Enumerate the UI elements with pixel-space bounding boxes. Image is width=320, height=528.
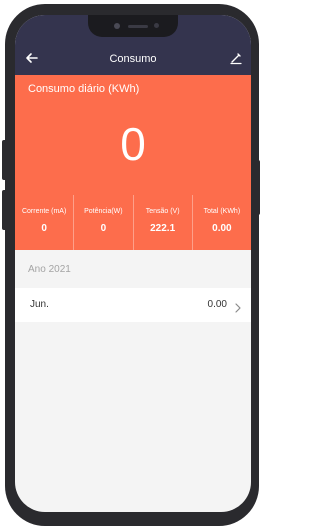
stat-voltage: Tensão (V) 222.1 [134, 195, 193, 250]
volume-down-button [2, 190, 7, 230]
stat-value: 0 [100, 223, 107, 234]
daily-consumption-value: 0 [120, 118, 146, 170]
power-button [256, 160, 260, 215]
stats-bar: Corrente (mA) 0 Potência(W) 0 Tensão (V)… [15, 195, 251, 250]
pencil-icon[interactable] [229, 51, 243, 65]
volume-up-button [2, 140, 7, 180]
stat-label: Tensão (V) [145, 208, 180, 215]
stat-value: 222.1 [150, 223, 176, 234]
consumption-panel: Consumo diário (KWh) 0 Corrente (mA) 0 P… [15, 75, 251, 250]
list-item[interactable]: Jun. 0.00 [15, 288, 251, 322]
page-title: Consumo [109, 53, 157, 65]
speaker-icon [128, 25, 148, 28]
stat-value: 0 [41, 223, 47, 234]
chevron-right-icon [234, 300, 242, 313]
stat-label: Corrente (mA) [21, 208, 67, 215]
month-value: 0.00 [207, 299, 227, 310]
stat-label: Potência(W) [84, 208, 123, 215]
year-heading: Ano 2021 [28, 264, 71, 275]
stat-power: Potência(W) 0 [74, 195, 134, 250]
sensor-icon [154, 23, 159, 28]
stat-value: 0.00 [212, 223, 232, 234]
camera-notch [88, 15, 178, 37]
stat-label: Total (KWh) [203, 208, 241, 215]
stat-total: Total (KWh) 0.00 [193, 195, 251, 250]
daily-consumption-label: Consumo diário (KWh) [28, 83, 140, 95]
phone-screen: Consumo Consumo diário (KWh) 0 Corrente … [15, 15, 251, 512]
month-label: Jun. [30, 299, 49, 310]
camera-icon [114, 23, 120, 29]
stat-current: Corrente (mA) 0 [15, 195, 75, 250]
